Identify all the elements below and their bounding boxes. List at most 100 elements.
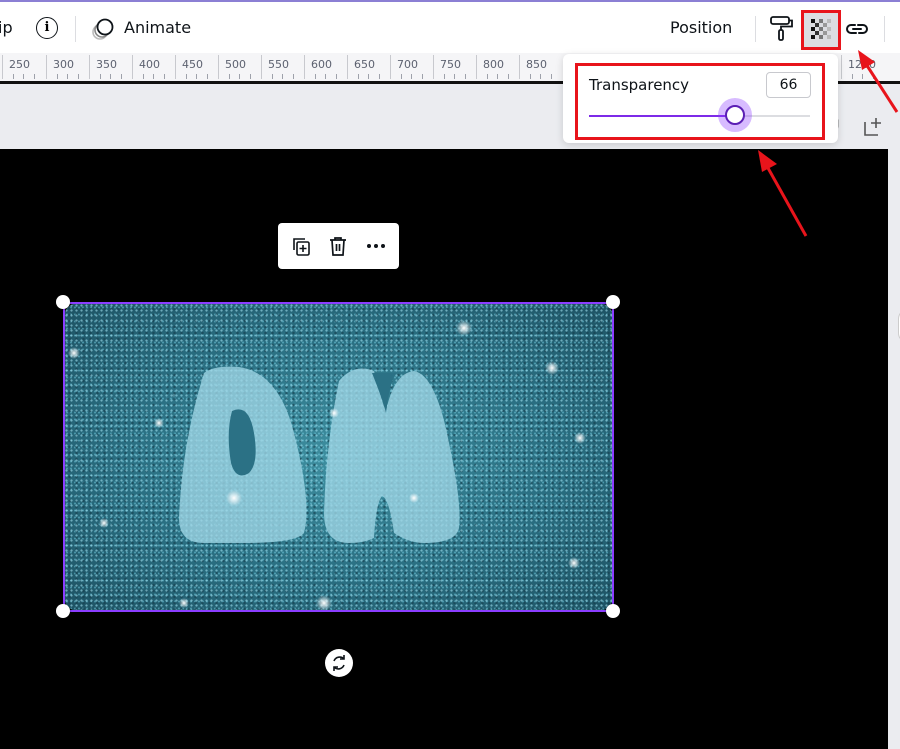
ruler-minor-tick [497, 74, 499, 79]
toolbar-divider [75, 16, 76, 42]
paint-roller-icon[interactable] [768, 14, 794, 42]
ruler-minor-tick [121, 74, 123, 79]
ruler-minor-tick [142, 74, 144, 79]
transparency-button[interactable] [801, 10, 841, 50]
ruler-minor-tick [271, 74, 273, 79]
slider-thumb[interactable] [724, 105, 745, 125]
ruler-major-tick [476, 55, 477, 79]
ruler-tick-label: 500 [225, 58, 246, 71]
ruler-tick-label: 650 [354, 58, 375, 71]
ruler-major-tick [89, 55, 90, 79]
ruler-minor-tick [508, 74, 510, 79]
ruler-minor-tick [196, 74, 198, 79]
workspace-edge [888, 149, 900, 749]
resize-handle-bottom-left[interactable] [56, 604, 70, 618]
transparency-value-input[interactable]: 66 [766, 72, 811, 98]
position-button[interactable]: Position [670, 18, 732, 37]
ruler-minor-tick [153, 74, 155, 79]
ruler-minor-tick [293, 74, 295, 79]
toolbar-divider [755, 16, 756, 42]
ruler-minor-tick [454, 74, 456, 79]
ruler-minor-tick [12, 74, 14, 79]
ruler-major-tick [433, 55, 434, 79]
element-context-menu [278, 223, 399, 269]
resize-handle-bottom-right[interactable] [606, 604, 620, 618]
ruler-tick-label: 1250 [848, 58, 876, 71]
slider-fill [589, 115, 735, 117]
transparency-popover: Transparency 66 [563, 54, 838, 143]
ruler-minor-tick [110, 74, 112, 79]
ruler-minor-tick [357, 74, 359, 79]
ruler-tick-label: 450 [182, 58, 203, 71]
duplicate-icon[interactable] [289, 234, 313, 258]
ruler-minor-tick [851, 74, 853, 79]
resize-handle-top-left[interactable] [56, 295, 70, 309]
ruler-minor-tick [379, 74, 381, 79]
ruler-tick-label: 350 [96, 58, 117, 71]
ruler-major-tick [841, 55, 842, 79]
link-icon[interactable] [844, 16, 870, 42]
ruler-major-tick [304, 55, 305, 79]
ruler-minor-tick [529, 74, 531, 79]
ruler-minor-tick [465, 74, 467, 79]
ruler-minor-tick [78, 74, 80, 79]
ruler-minor-tick [443, 74, 445, 79]
animate-icon[interactable] [90, 16, 116, 42]
resize-handle-top-right[interactable] [606, 295, 620, 309]
ruler-minor-tick [207, 74, 209, 79]
checkerboard-transparency-icon [811, 19, 831, 39]
ruler-major-tick [2, 55, 3, 79]
ruler-tick-label: 300 [53, 58, 74, 71]
add-page-icon[interactable] [862, 116, 884, 138]
ruler-tick-label: 600 [311, 58, 332, 71]
ruler-tick-label: 550 [268, 58, 289, 71]
ruler-major-tick [46, 55, 47, 79]
ruler-minor-tick [411, 74, 413, 79]
rotate-icon [333, 655, 345, 671]
ruler-minor-tick [56, 74, 58, 79]
ruler-major-tick [175, 55, 176, 79]
ruler-tick-label: 750 [440, 58, 461, 71]
trash-icon[interactable] [326, 234, 350, 258]
ruler-minor-tick [314, 74, 316, 79]
ruler-minor-tick [336, 74, 338, 79]
ruler-major-tick [132, 55, 133, 79]
ruler-minor-tick [551, 74, 553, 79]
ruler-minor-tick [862, 74, 864, 79]
rotate-handle[interactable] [325, 649, 353, 677]
ruler-tick-label: 400 [139, 58, 160, 71]
ruler-tick-label: 850 [526, 58, 547, 71]
ruler-minor-tick [164, 74, 166, 79]
info-icon[interactable]: i [36, 17, 58, 39]
ruler-minor-tick [282, 74, 284, 79]
ruler-tick-label: 250 [9, 58, 30, 71]
ruler-minor-tick [34, 74, 36, 79]
ruler-minor-tick [67, 74, 69, 79]
toolbar-divider [884, 16, 885, 42]
ruler-major-tick [347, 55, 348, 79]
ruler-tick-label: 700 [397, 58, 418, 71]
ruler-major-tick [390, 55, 391, 79]
ruler-minor-tick [368, 74, 370, 79]
flip-button[interactable]: ip [0, 18, 13, 37]
ruler-minor-tick [99, 74, 101, 79]
ruler-minor-tick [250, 74, 252, 79]
ruler-minor-tick [400, 74, 402, 79]
ruler-major-tick [218, 55, 219, 79]
ruler-major-tick [519, 55, 520, 79]
ruler-tick-label: 800 [483, 58, 504, 71]
transparency-slider[interactable] [589, 98, 810, 132]
ruler-minor-tick [486, 74, 488, 79]
ruler-minor-tick [239, 74, 241, 79]
selection-outline [63, 302, 614, 612]
ruler-minor-tick [325, 74, 327, 79]
ruler-minor-tick [228, 74, 230, 79]
animate-button[interactable]: Animate [124, 18, 191, 37]
ruler-minor-tick [185, 74, 187, 79]
ruler-major-tick [261, 55, 262, 79]
ruler-minor-tick [873, 74, 875, 79]
more-horizontal-icon[interactable] [364, 234, 388, 258]
transparency-label: Transparency [589, 76, 690, 94]
ruler-minor-tick [23, 74, 25, 79]
editor-toolbar: ip i Animate Position [0, 0, 900, 53]
